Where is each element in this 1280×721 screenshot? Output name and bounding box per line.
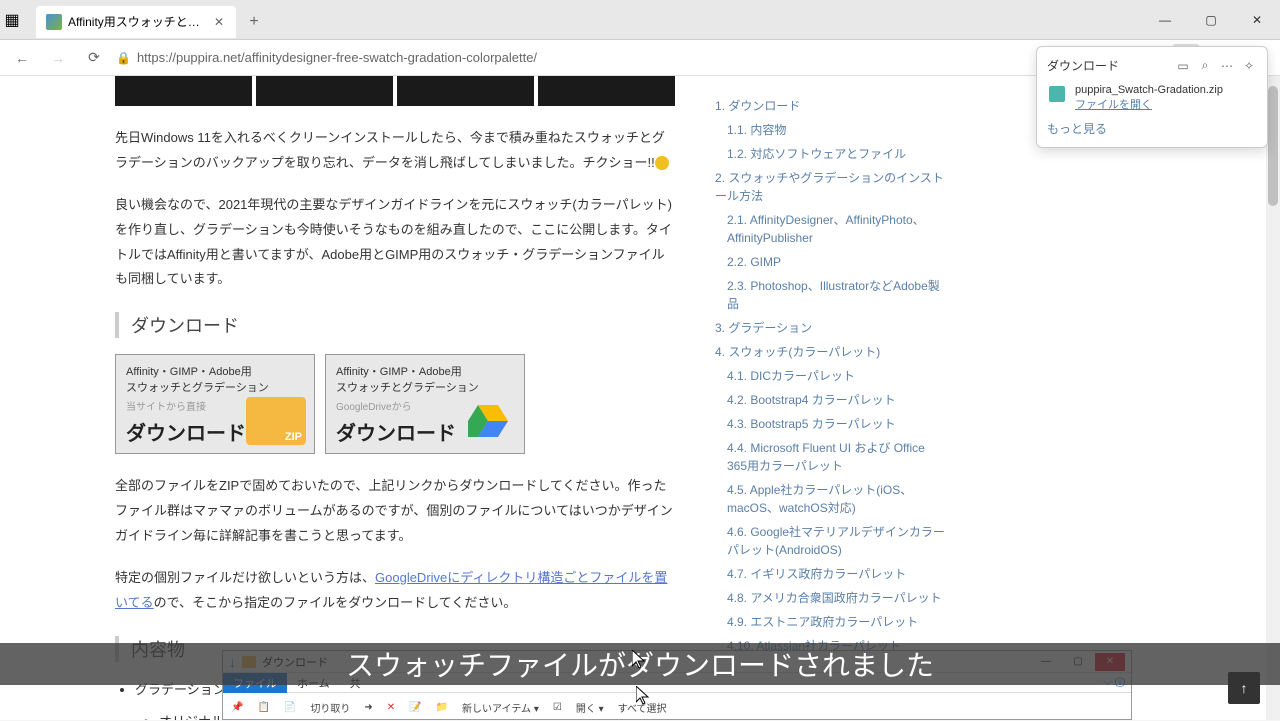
open-button[interactable]: 開く ▾ [576,700,604,715]
table-of-contents: 1. ダウンロード 1.1. 内容物 1.2. 対応ソフトウェアとファイル 2.… [715,76,945,720]
caption-overlay: スウォッチファイルがダウンロードされました [0,643,1280,685]
pin-tool-icon[interactable]: 📌 [231,702,243,713]
download-item[interactable]: puppira_Swatch-Gradation.zip ファイルを開く [1047,84,1257,112]
toc-link[interactable]: 1.1. 内容物 [715,118,945,142]
tab-title: Affinity用スウォッチとグラデーションの [68,13,206,30]
move-icon[interactable]: ➜ [364,702,372,713]
toc-link[interactable]: 4.6. Google社マテリアルデザインカラーパレット(AndroidOS) [715,520,945,562]
google-drive-icon [460,397,516,445]
section-heading: ダウンロード [115,312,675,338]
favicon-icon [46,14,62,30]
toc-link[interactable]: 4.8. アメリカ合衆国政府カラーパレット [715,586,945,610]
toc-link[interactable]: 2.2. GIMP [715,250,945,274]
search-icon[interactable]: ⌕ [1197,58,1213,74]
toc-link[interactable]: 1.2. 対応ソフトウェアとファイル [715,142,945,166]
article-main: 先日Windows 11を入れるべくクリーンインストールしたら、今まで積み重ねた… [105,76,685,720]
hero-image [538,76,675,106]
tab-actions-icon[interactable]: ▦ [0,8,24,32]
see-more-link[interactable]: もっと見る [1047,120,1257,137]
paragraph: 先日Windows 11を入れるべくクリーンインストールしたら、今まで積み重ねた… [115,126,675,175]
new-folder-icon[interactable]: 📁 [436,702,448,713]
paragraph: 良い機会なので、2021年現代の主要なデザインガイドラインを元にスウォッチ(カラ… [115,193,675,292]
refresh-button[interactable]: ⟳ [80,44,108,72]
caption-text: スウォッチファイルがダウンロードされました [346,644,934,684]
scrollbar[interactable] [1266,76,1280,720]
folder-icon[interactable]: ▭ [1175,58,1191,74]
toc-link[interactable]: 2. スウォッチやグラデーションのインストール方法 [715,166,945,208]
toc-link[interactable]: 3. グラデーション [715,316,945,340]
rename-icon[interactable]: 📝 [409,702,421,713]
hero-image [397,76,534,106]
download-filename: puppira_Swatch-Gradation.zip [1075,84,1223,96]
paragraph: 全部のファイルをZIPで固めておいたので、上記リンクからダウンロードしてください… [115,474,675,548]
toc-link[interactable]: 4.7. イギリス政府カラーパレット [715,562,945,586]
paste-tool-icon[interactable]: 📄 [284,702,296,713]
toc-link[interactable]: 2.1. AffinityDesigner、AffinityPhoto、Affi… [715,208,945,250]
new-item[interactable]: 新しいアイテム ▾ [462,700,539,715]
close-icon[interactable]: ✕ [212,15,226,29]
scrollbar-thumb[interactable] [1268,86,1278,206]
close-window-button[interactable]: ✕ [1234,4,1280,36]
open-file-link[interactable]: ファイルを開く [1075,96,1223,112]
lock-icon: 🔒 [116,51,131,65]
cut-label[interactable]: 切り取り [310,704,350,715]
emoji-icon [655,156,669,170]
toc-link[interactable]: 4. スウォッチ(カラーパレット) [715,340,945,364]
download-zip-button[interactable]: Affinity・GIMP・Adobe用スウォッチとグラデーション 当サイトから… [115,354,315,454]
toc-link[interactable]: 4.4. Microsoft Fluent UI および Office 365用… [715,436,945,478]
browser-tab[interactable]: Affinity用スウォッチとグラデーションの ✕ [36,6,236,38]
file-icon [1047,84,1067,104]
downloads-panel: ダウンロード ▭ ⌕ ⋯ ✧ puppira_Swatch-Gradation.… [1036,46,1268,148]
toc-link[interactable]: 1. ダウンロード [715,94,945,118]
copy-tool-icon[interactable]: 📋 [257,702,269,713]
address-bar[interactable]: 🔒 https://puppira.net/affinitydesigner-f… [116,50,1056,65]
new-tab-button[interactable]: + [240,8,268,36]
more-icon[interactable]: ⋯ [1219,58,1235,74]
hero-image [115,76,252,106]
maximize-button[interactable]: ▢ [1188,4,1234,36]
back-to-top-button[interactable]: ↑ [1228,672,1260,704]
pin-icon[interactable]: ✧ [1241,58,1257,74]
zip-icon [246,397,306,445]
download-gdrive-button[interactable]: Affinity・GIMP・Adobe用スウォッチとグラデーション Google… [325,354,525,454]
select-all[interactable]: すべて選択 [618,700,667,715]
minimize-button[interactable]: — [1142,4,1188,36]
toc-link[interactable]: 4.3. Bootstrap5 カラーパレット [715,412,945,436]
toc-link[interactable]: 4.9. エストニア政府カラーパレット [715,610,945,634]
toc-link[interactable]: 2.3. Photoshop、IllustratorなどAdobe製品 [715,274,945,316]
properties-icon[interactable]: ☑ [553,702,562,713]
toc-link[interactable]: 4.2. Bootstrap4 カラーパレット [715,388,945,412]
toc-link[interactable]: 4.5. Apple社カラーパレット(iOS、macOS、watchOS対応) [715,478,945,520]
hero-image [256,76,393,106]
back-button[interactable]: ← [8,44,36,72]
downloads-title: ダウンロード [1047,57,1169,74]
paragraph: 特定の個別ファイルだけ欲しいという方は、GoogleDriveにディレクトリ構造… [115,566,675,615]
toc-link[interactable]: 4.1. DICカラーパレット [715,364,945,388]
url-text: https://puppira.net/affinitydesigner-fre… [137,50,537,65]
forward-button[interactable]: → [44,44,72,72]
delete-icon[interactable]: ✕ [387,702,395,713]
